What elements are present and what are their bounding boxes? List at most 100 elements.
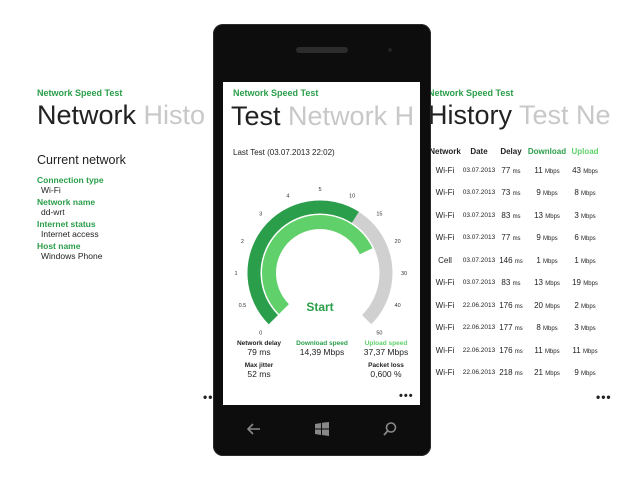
pivot-tab-test[interactable]: Test xyxy=(231,101,281,131)
jitter-stat: Max jitter 52 ms xyxy=(231,362,287,379)
unit-label: Mbps xyxy=(581,303,596,310)
camera-icon xyxy=(388,48,392,52)
date-cell: 03.07.2013 xyxy=(462,234,496,242)
col-upload: Upload xyxy=(571,146,599,156)
app-title: Network Speed Test xyxy=(37,88,123,98)
network-cell: Wi-Fi xyxy=(435,300,455,310)
table-row[interactable]: Wi-Fi 22.06.2013 218 ms 21 Mbps 9 Mbps xyxy=(428,362,602,385)
app-title: Network Speed Test xyxy=(233,88,319,98)
unit-label: ms xyxy=(514,371,523,378)
unit-label: Mbps xyxy=(545,213,560,220)
back-icon[interactable] xyxy=(245,421,263,439)
col-network: Network xyxy=(429,146,461,156)
delay-cell: 83 xyxy=(501,278,511,288)
table-row[interactable]: Wi-Fi 22.06.2013 176 ms 20 Mbps 2 Mbps xyxy=(428,294,602,317)
table-row[interactable]: Wi-Fi 03.07.2013 77 ms 11 Mbps 43 Mbps xyxy=(428,159,602,182)
col-download: Download xyxy=(527,146,567,156)
scale-label: 10 xyxy=(349,193,355,199)
field-value: dd-wrt xyxy=(41,207,65,217)
table-row[interactable]: Wi-Fi 22.06.2013 176 ms 11 Mbps 11 Mbps xyxy=(428,339,602,362)
upload-cell: 43 xyxy=(572,165,581,175)
unit-label: Mbps xyxy=(582,348,598,355)
network-fields: Connection type Wi-Fi Network name dd-wr… xyxy=(37,175,217,261)
pivot-tab-network[interactable]: Network H xyxy=(288,101,414,131)
date-cell: 03.07.2013 xyxy=(462,211,496,219)
stat-label: Upload speed xyxy=(364,340,408,347)
unit-label: Mbps xyxy=(544,348,560,355)
unit-label: ms xyxy=(512,281,521,288)
col-date: Date xyxy=(470,146,488,156)
download-cell: 21 xyxy=(534,368,543,378)
upload-cell: 19 xyxy=(572,278,581,288)
table-row[interactable]: Wi-Fi 22.06.2013 177 ms 8 Mbps 3 Mbps xyxy=(428,317,602,340)
field-label: Network name xyxy=(37,197,96,207)
stat-value: 0,600 % xyxy=(370,369,402,379)
table-row[interactable]: Wi-Fi 03.07.2013 77 ms 9 Mbps 6 Mbps xyxy=(428,227,602,250)
date-cell: 03.07.2013 xyxy=(462,189,496,197)
col-delay: Delay xyxy=(500,146,522,156)
stat-label: Download speed xyxy=(296,340,348,347)
stat-value: 52 ms xyxy=(247,369,271,379)
pivot-header: History Test Ne xyxy=(428,100,640,131)
network-panel: Network Speed Test Network Histo Current… xyxy=(37,88,217,263)
download-cell: 13 xyxy=(534,210,543,220)
stat-value: 37,37 Mbps xyxy=(363,347,409,357)
delay-cell: 146 xyxy=(499,255,513,265)
pivot-header: Network Histo xyxy=(37,100,217,131)
field-label: Host name xyxy=(37,241,81,251)
more-button[interactable]: ••• xyxy=(596,390,612,404)
unit-label: ms xyxy=(512,213,521,220)
download-cell: 11 xyxy=(534,345,543,355)
unit-label: ms xyxy=(514,303,523,310)
speaker-grille xyxy=(296,47,348,53)
delay-cell: 177 xyxy=(499,323,513,333)
phone-screen: Network Speed Test Test Network H Last T… xyxy=(223,82,420,405)
upload-cell: 9 xyxy=(574,368,579,378)
pivot-tab-history[interactable]: History xyxy=(428,100,512,130)
pivot-tab-test[interactable]: Test Ne xyxy=(519,100,611,130)
unit-label: Mbps xyxy=(543,236,558,243)
date-cell: 22.06.2013 xyxy=(462,301,496,309)
packet-loss-stat: Packet loss 0,600 % xyxy=(357,362,415,379)
table-row[interactable]: Wi-Fi 03.07.2013 83 ms 13 Mbps 19 Mbps xyxy=(428,272,602,295)
field-value: Windows Phone xyxy=(41,251,103,261)
unit-label: ms xyxy=(514,348,523,355)
download-speed-stat: Download speed 14,39 Mbps xyxy=(293,340,351,357)
table-row[interactable]: Wi-Fi 03.07.2013 73 ms 9 Mbps 8 Mbps xyxy=(428,182,602,205)
start-button[interactable]: Start xyxy=(306,300,333,314)
delay-cell: 176 xyxy=(499,345,513,355)
more-button[interactable]: ••• xyxy=(399,390,414,402)
download-cell: 1 xyxy=(536,255,541,265)
scale-label: 30 xyxy=(401,271,407,277)
table-row[interactable]: Wi-Fi 03.07.2013 83 ms 13 Mbps 3 Mbps xyxy=(428,204,602,227)
network-cell: Wi-Fi xyxy=(435,188,455,198)
scale-label: 2 xyxy=(241,239,244,245)
upload-cell: 8 xyxy=(574,188,579,198)
download-cell: 9 xyxy=(536,188,541,198)
pivot-tab-network[interactable]: Network xyxy=(37,100,136,130)
network-cell: Wi-Fi xyxy=(435,345,455,355)
upload-cell: 1 xyxy=(574,255,579,265)
field-value: Wi-Fi xyxy=(41,185,61,195)
section-title: Current network xyxy=(37,153,126,167)
windows-icon[interactable] xyxy=(313,421,331,439)
unit-label: Mbps xyxy=(543,191,558,198)
network-cell: Wi-Fi xyxy=(435,368,455,378)
network-cell: Wi-Fi xyxy=(435,233,455,243)
upload-cell: 3 xyxy=(574,323,579,333)
unit-label: Mbps xyxy=(583,281,598,288)
network-cell: Wi-Fi xyxy=(435,165,455,175)
unit-label: Mbps xyxy=(583,168,598,175)
upload-cell: 3 xyxy=(574,210,579,220)
delay-cell: 73 xyxy=(501,188,511,198)
scale-label: 50 xyxy=(376,330,382,336)
history-panel: Network Speed Test History Test Ne Netwo… xyxy=(428,88,640,384)
table-row[interactable]: Cell 03.07.2013 146 ms 1 Mbps 1 Mbps xyxy=(428,249,602,272)
search-icon[interactable] xyxy=(381,421,399,439)
delay-cell: 77 xyxy=(501,233,511,243)
pivot-tab-history[interactable]: Histo xyxy=(144,100,206,130)
date-cell: 22.06.2013 xyxy=(462,324,496,332)
delay-cell: 83 xyxy=(501,210,511,220)
download-cell: 8 xyxy=(536,323,541,333)
network-cell: Wi-Fi xyxy=(435,278,455,288)
